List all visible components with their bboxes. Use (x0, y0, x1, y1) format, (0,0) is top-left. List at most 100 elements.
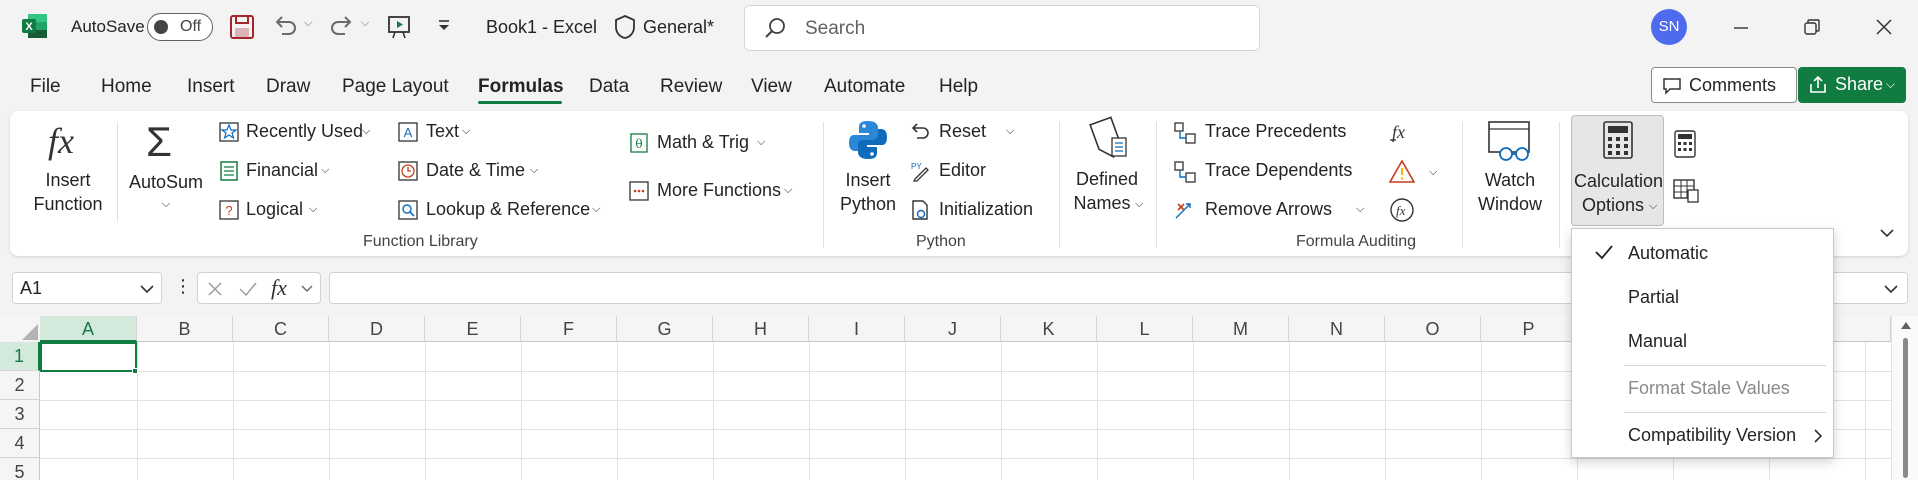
tab-page-layout[interactable]: Page Layout (342, 76, 449, 98)
sensitivity-label[interactable]: General* (643, 17, 714, 38)
text-button[interactable]: A Text ⌵ (398, 119, 478, 147)
column-header-i[interactable]: I (809, 316, 905, 342)
tab-home[interactable]: Home (101, 76, 152, 98)
column-header-n[interactable]: N (1289, 316, 1385, 342)
insert-function-fx-icon[interactable]: fx (271, 275, 287, 301)
svg-text:θ: θ (635, 137, 642, 151)
insert-function-button[interactable]: fx Insert Function (22, 118, 114, 218)
tab-help[interactable]: Help (939, 76, 978, 98)
avatar[interactable]: SN (1651, 9, 1687, 45)
defined-names-button[interactable]: Defined Names ⌵ (1067, 116, 1147, 220)
autosum-button[interactable]: Σ AutoSum ⌵ (124, 118, 208, 218)
name-box[interactable]: A1 (12, 272, 162, 304)
tab-data[interactable]: Data (589, 76, 629, 98)
recently-used-button[interactable]: Recently Used ⌵ (219, 119, 379, 147)
menu-item-manual[interactable]: Manual (1628, 331, 1687, 352)
column-header-j[interactable]: J (905, 316, 1001, 342)
fill-handle[interactable] (132, 368, 138, 374)
tab-draw[interactable]: Draw (266, 76, 310, 98)
undo-icon[interactable] (272, 14, 298, 38)
redo-dropdown-icon[interactable]: ⌵ (361, 17, 369, 30)
row-header-2[interactable]: 2 (0, 371, 40, 400)
menu-item-automatic[interactable]: Automatic (1628, 243, 1708, 264)
column-header-p[interactable]: P (1481, 316, 1577, 342)
column-header-c[interactable]: C (233, 316, 329, 342)
expand-formula-bar-icon[interactable] (1882, 282, 1900, 296)
chevron-down-icon[interactable] (139, 282, 155, 296)
cancel-icon[interactable] (206, 280, 224, 298)
menu-item-partial[interactable]: Partial (1628, 287, 1679, 308)
redo-icon[interactable] (329, 14, 355, 38)
column-header-b[interactable]: B (137, 316, 233, 342)
logical-button[interactable]: ? Logical ⌵ (219, 197, 329, 225)
row-header-1[interactable]: 1 (0, 342, 40, 371)
scrollbar-thumb[interactable] (1903, 338, 1908, 478)
customize-qat-icon[interactable] (436, 18, 452, 34)
column-header-g[interactable]: G (617, 316, 713, 342)
editor-label: Editor (939, 160, 987, 180)
menu-item-compatibility-version[interactable]: Compatibility Version (1628, 425, 1796, 446)
insert-python-button[interactable]: Insert Python (834, 118, 902, 218)
calculation-options-button[interactable]: Calculation Options ⌵ (1571, 115, 1664, 226)
tab-view[interactable]: View (751, 76, 792, 98)
tab-review[interactable]: Review (660, 76, 722, 98)
editor-button[interactable]: PY Editor (909, 158, 1009, 186)
trace-dependents-button[interactable]: Trace Dependents (1174, 158, 1354, 186)
vertical-scrollbar[interactable] (1891, 316, 1918, 480)
lookup-reference-button[interactable]: Lookup & Reference ⌵ (398, 197, 608, 225)
select-all-corner-icon[interactable] (0, 316, 40, 342)
undo-dropdown-icon[interactable]: ⌵ (304, 17, 312, 30)
more-options-icon[interactable]: ⋮ (174, 276, 192, 297)
search-input[interactable]: Search (744, 5, 1260, 51)
row-header-4[interactable]: 4 (0, 429, 40, 458)
tab-file[interactable]: File (30, 76, 61, 98)
row-header-5[interactable]: 5 (0, 458, 40, 480)
column-header-o[interactable]: O (1385, 316, 1481, 342)
share-chevron-icon[interactable]: ⌵ (1886, 77, 1895, 92)
column-header-h[interactable]: H (713, 316, 809, 342)
column-header-e[interactable]: E (425, 316, 521, 342)
trace-precedents-button[interactable]: Trace Precedents (1174, 119, 1354, 147)
ribbon-separator (1156, 122, 1157, 248)
row-header-3[interactable]: 3 (0, 400, 40, 429)
evaluate-formula-icon[interactable]: fx (1388, 196, 1416, 224)
minimize-icon[interactable] (1731, 18, 1751, 38)
calculation-options-chevron-icon: ⌵ (1649, 200, 1658, 212)
restore-icon[interactable] (1802, 17, 1822, 37)
reset-button[interactable]: Reset ⌵ (909, 119, 1027, 147)
error-checking-icon[interactable] (1388, 158, 1416, 186)
scroll-up-icon[interactable] (1900, 320, 1912, 330)
tab-automate[interactable]: Automate (824, 76, 905, 98)
column-header-a[interactable]: A (40, 316, 137, 342)
chevron-down-icon[interactable] (300, 283, 314, 295)
share-button[interactable]: Share ⌵ (1798, 67, 1906, 103)
math-trig-button[interactable]: θ Math & Trig ⌵ (629, 130, 769, 158)
date-time-button[interactable]: Date & Time ⌵ (398, 158, 548, 186)
ribbon-separator (1059, 122, 1060, 248)
shield-icon[interactable] (613, 14, 637, 40)
tab-insert[interactable]: Insert (187, 76, 235, 98)
column-header-d[interactable]: D (329, 316, 425, 342)
more-functions-button[interactable]: More Functions ⌵ (629, 178, 799, 206)
calculate-now-icon[interactable] (1672, 130, 1698, 158)
close-icon[interactable] (1874, 17, 1894, 37)
column-header-k[interactable]: K (1001, 316, 1097, 342)
watch-window-button[interactable]: Watch Window (1470, 118, 1550, 218)
show-formulas-icon[interactable]: fx (1388, 118, 1416, 146)
error-checking-chevron-icon[interactable]: ⌵ (1429, 166, 1437, 179)
tab-formulas[interactable]: Formulas (478, 76, 564, 98)
financial-button[interactable]: Financial ⌵ (219, 158, 339, 186)
active-cell[interactable] (40, 342, 137, 372)
column-header-l[interactable]: L (1097, 316, 1193, 342)
enter-icon[interactable] (238, 280, 258, 298)
present-icon[interactable] (387, 14, 413, 40)
collapse-ribbon-icon[interactable] (1878, 226, 1896, 240)
column-header-f[interactable]: F (521, 316, 617, 342)
column-header-m[interactable]: M (1193, 316, 1289, 342)
calculate-sheet-icon[interactable] (1672, 178, 1700, 204)
save-icon[interactable] (229, 14, 255, 40)
comments-button[interactable]: Comments (1651, 67, 1797, 103)
remove-arrows-button[interactable]: Remove Arrows ⌵ (1174, 197, 1370, 225)
autosave-toggle[interactable]: Off (147, 13, 213, 41)
initialization-button[interactable]: Initialization (909, 197, 1059, 225)
